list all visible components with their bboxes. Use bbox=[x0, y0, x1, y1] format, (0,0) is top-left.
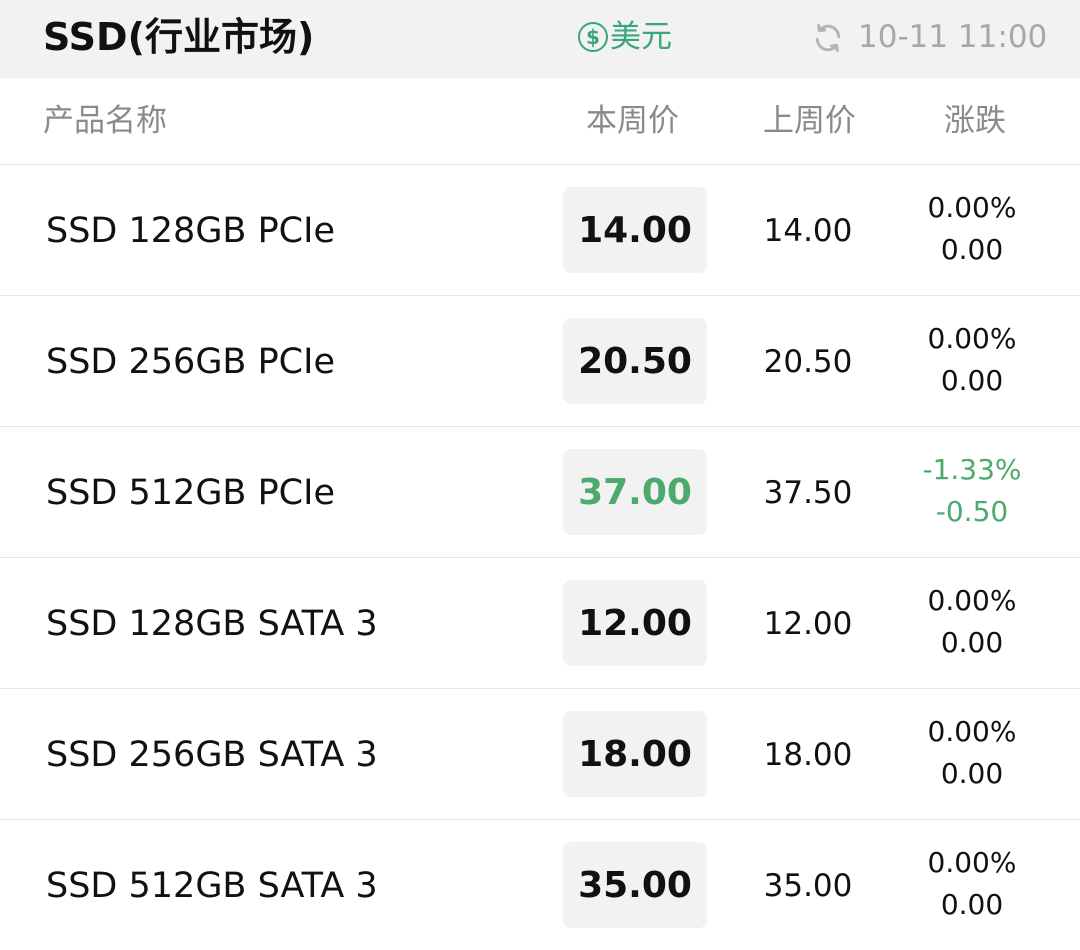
this-week-price: 35.00 bbox=[563, 842, 707, 928]
change-amount: 0.00 bbox=[940, 757, 1004, 790]
this-week-price: 12.00 bbox=[563, 580, 707, 666]
table-row[interactable]: SSD 128GB PCIe 14.00 14.00 0.00% 0.00 bbox=[0, 165, 1080, 296]
last-week-price: 14.00 bbox=[763, 213, 853, 249]
change-amount: 0.00 bbox=[940, 233, 1004, 266]
table-row[interactable]: SSD 512GB PCIe 37.00 37.50 -1.33% -0.50 bbox=[0, 427, 1080, 558]
change-amount: 0.00 bbox=[940, 364, 1004, 397]
change-amount: 0.00 bbox=[940, 888, 1004, 921]
change-percent: 0.00% bbox=[927, 191, 1017, 224]
last-week-price: 37.50 bbox=[763, 475, 853, 511]
column-header-change[interactable]: 涨跌 bbox=[944, 101, 1006, 141]
refresh-icon[interactable] bbox=[812, 22, 844, 54]
column-header-this-week[interactable]: 本周价 bbox=[586, 101, 679, 141]
column-header-name: 产品名称 bbox=[43, 103, 167, 139]
table-row[interactable]: SSD 256GB SATA 3 18.00 18.00 0.00% 0.00 bbox=[0, 689, 1080, 820]
price-table: SSD 128GB PCIe 14.00 14.00 0.00% 0.00 SSD 256… bbox=[0, 165, 1080, 950]
product-name: SSD 512GB SATA 3 bbox=[46, 866, 378, 906]
change-percent: 0.00% bbox=[927, 846, 1017, 879]
change-amount: -0.50 bbox=[935, 495, 1009, 528]
last-week-price: 35.00 bbox=[763, 868, 853, 904]
product-name: SSD 512GB PCIe bbox=[46, 473, 335, 513]
change-percent: 0.00% bbox=[927, 715, 1017, 748]
currency-toggle[interactable]: $ 美元 bbox=[578, 16, 672, 58]
change-percent: 0.00% bbox=[927, 322, 1017, 355]
change-percent: -1.33% bbox=[922, 453, 1022, 486]
table-row[interactable]: SSD 256GB PCIe 20.50 20.50 0.00% 0.00 bbox=[0, 296, 1080, 427]
product-name: SSD 128GB SATA 3 bbox=[46, 604, 378, 644]
table-row[interactable]: SSD 512GB SATA 3 35.00 35.00 0.00% 0.00 bbox=[0, 820, 1080, 950]
product-name: SSD 256GB PCIe bbox=[46, 342, 335, 382]
product-name: SSD 128GB PCIe bbox=[46, 211, 335, 251]
last-week-price: 20.50 bbox=[763, 344, 853, 380]
update-time: 10-11 11:00 bbox=[858, 19, 1048, 55]
column-header-last-week[interactable]: 上周价 bbox=[763, 101, 856, 141]
this-week-price: 20.50 bbox=[563, 318, 707, 404]
page-title: SSD(行业市场) bbox=[43, 15, 315, 59]
change-amount: 0.00 bbox=[940, 626, 1004, 659]
this-week-price: 18.00 bbox=[563, 711, 707, 797]
dollar-icon: $ bbox=[578, 22, 608, 52]
product-name: SSD 256GB SATA 3 bbox=[46, 735, 378, 775]
this-week-price: 14.00 bbox=[563, 187, 707, 273]
change-percent: 0.00% bbox=[927, 584, 1017, 617]
last-week-price: 18.00 bbox=[763, 737, 853, 773]
top-bar: SSD(行业市场) $ 美元 10-11 11:00 bbox=[0, 0, 1080, 78]
table-row[interactable]: SSD 128GB SATA 3 12.00 12.00 0.00% 0.00 bbox=[0, 558, 1080, 689]
table-header: 产品名称 本周价 上周价 涨跌 bbox=[0, 78, 1080, 165]
this-week-price: 37.00 bbox=[563, 449, 707, 535]
last-week-price: 12.00 bbox=[763, 606, 853, 642]
currency-label: 美元 bbox=[610, 19, 672, 55]
